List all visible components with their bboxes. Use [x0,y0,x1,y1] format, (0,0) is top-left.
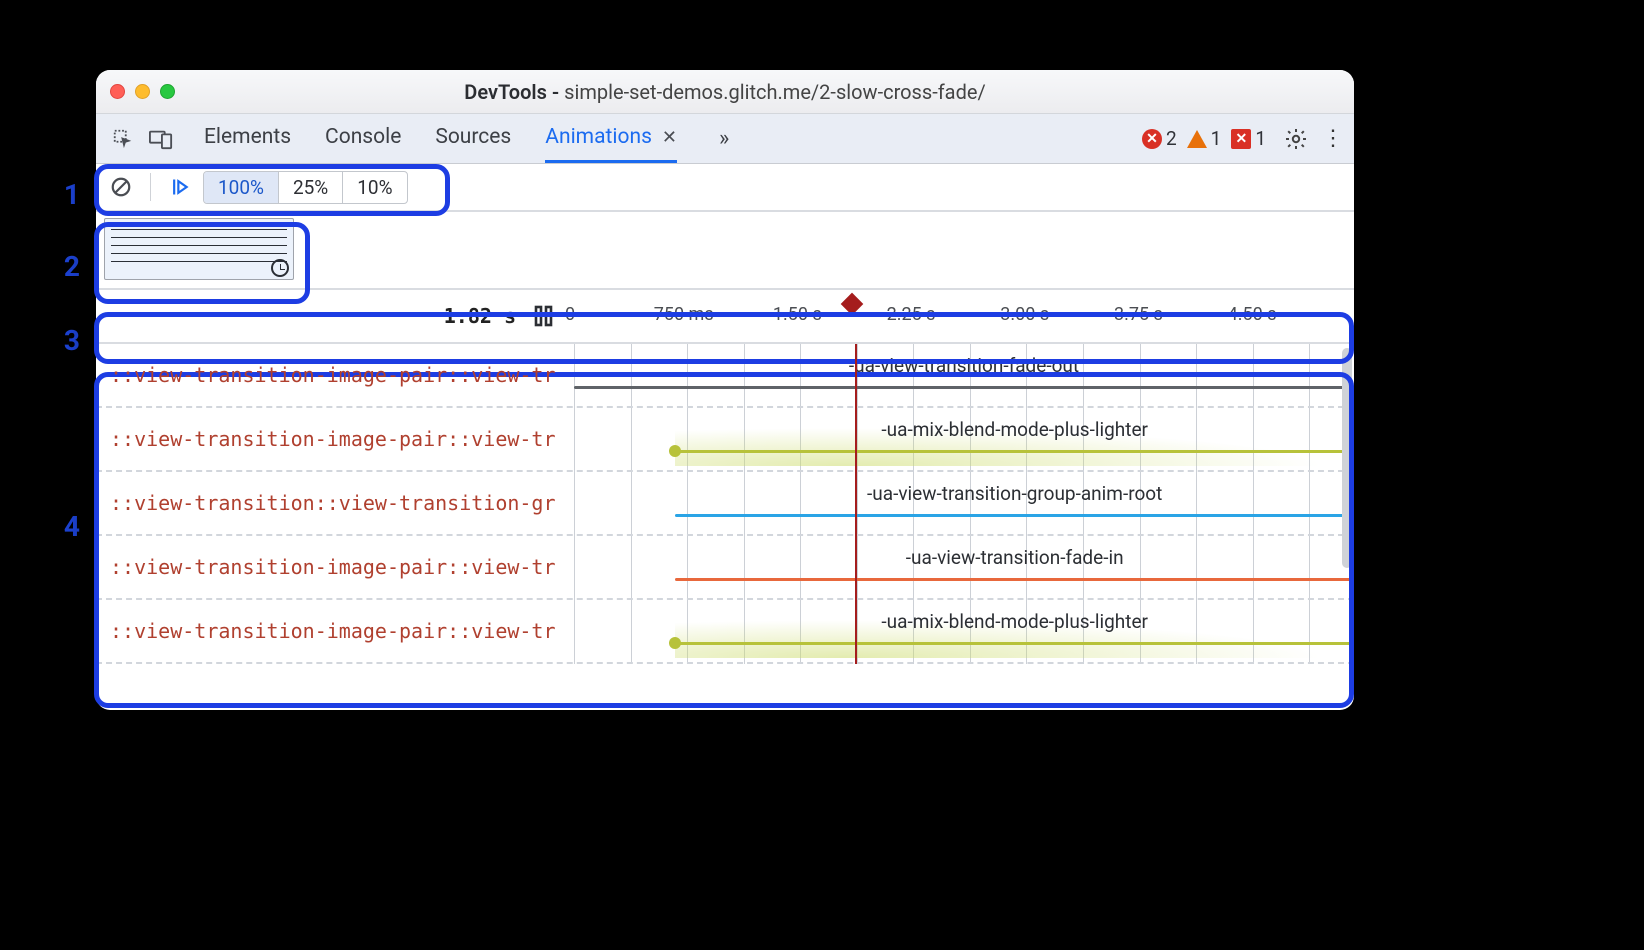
ruler-tick: 2.25 s [887,304,936,325]
ruler-tick: 4.50 s [1228,304,1277,325]
tab-sources[interactable]: Sources [435,114,511,163]
playhead-line[interactable] [855,344,857,664]
animation-bar[interactable] [675,642,1354,645]
ruler-tick: 0 [565,304,575,325]
speed-buttons: 100% 25% 10% [203,171,408,204]
kebab-icon[interactable]: ⋮ [1322,126,1344,151]
callout-3: 3 [50,324,80,357]
callout-4: 4 [50,510,80,543]
animation-name: -ua-view-transition-fade-out [849,354,1079,377]
scrubber-diamond[interactable] [841,293,864,316]
track-row[interactable]: ::view-transition-image-pair::view-tr -ua… [96,600,1354,664]
title-prefix: DevTools - [464,80,564,104]
minimize-icon[interactable] [135,84,150,99]
keyframe-dot[interactable] [669,445,681,457]
track-row[interactable]: ::view-transition::view-transition-gr -ua… [96,472,1354,536]
track-timeline[interactable]: -ua-mix-blend-mode-plus-lighter [574,600,1354,662]
track-selector[interactable]: ::view-transition::view-transition-gr [96,472,574,534]
device-toggle-icon[interactable] [144,122,178,156]
track-row[interactable]: ::view-transition-image-pair::view-tr -ua… [96,344,1354,408]
track-row[interactable]: ::view-transition-image-pair::view-tr -ua… [96,408,1354,472]
close-tab-icon[interactable]: ✕ [662,127,677,148]
ruler-tick: 1.50 s [773,304,822,325]
inspect-icon[interactable] [106,122,140,156]
close-icon[interactable] [110,84,125,99]
scrollbar-vertical[interactable] [1342,348,1352,568]
ruler-tick: 3.75 s [1114,304,1163,325]
clear-icon[interactable] [104,170,138,204]
buffer-row [96,212,1354,290]
tabstrip: Elements Console Sources Animations ✕ » … [96,114,1354,164]
titlebar: DevTools - simple-set-demos.glitch.me/2-… [96,70,1354,114]
animation-name: -ua-mix-blend-mode-plus-lighter [881,418,1148,441]
zoom-icon[interactable] [160,84,175,99]
timeline-ruler[interactable]: 1.82 s 0 750 ms 1.50 s 2.25 s 3.00 s 3.75 s 4.… [96,290,1354,344]
current-time: 1.82 s [444,304,516,328]
animation-name: -ua-view-transition-group-anim-root [867,482,1162,505]
track-selector[interactable]: ::view-transition-image-pair::view-tr [96,344,574,406]
speed-100[interactable]: 100% [204,172,278,203]
tab-console[interactable]: Console [325,114,401,163]
pause-indicator-icon[interactable] [534,305,554,327]
clock-icon [271,259,289,277]
window-title: DevTools - simple-set-demos.glitch.me/2-… [96,80,1354,104]
controls-row: 100% 25% 10% [96,164,1354,212]
warning-count[interactable]: 1 [1187,127,1222,150]
ruler-tick: 750 ms [654,304,714,325]
issue-count[interactable]: ✕1 [1231,127,1266,150]
devtools-window: DevTools - simple-set-demos.glitch.me/2-… [96,70,1354,710]
gear-icon[interactable] [1284,127,1308,151]
tab-animations[interactable]: Animations ✕ [545,114,677,163]
animation-bar[interactable] [675,578,1354,581]
track-timeline[interactable]: -ua-view-transition-fade-in [574,536,1354,598]
track-timeline[interactable]: -ua-mix-blend-mode-plus-lighter [574,408,1354,470]
callout-1: 1 [50,178,80,211]
tab-elements[interactable]: Elements [204,114,291,163]
callout-2: 2 [50,250,80,283]
speed-25[interactable]: 25% [278,172,342,203]
track-selector[interactable]: ::view-transition-image-pair::view-tr [96,600,574,662]
tracks-area: ::view-transition-image-pair::view-tr-ua… [96,344,1354,664]
animation-group-thumbnail[interactable] [104,218,294,280]
status-counters[interactable]: ✕2 1 ✕1 [1142,127,1266,150]
track-timeline[interactable]: -ua-view-transition-fade-out [574,344,1354,406]
pause-resume-icon[interactable] [163,170,197,204]
track-selector[interactable]: ::view-transition-image-pair::view-tr [96,536,574,598]
animation-name: -ua-mix-blend-mode-plus-lighter [881,610,1148,633]
track-row[interactable]: ::view-transition-image-pair::view-tr -ua… [96,536,1354,600]
track-timeline[interactable]: -ua-view-transition-group-anim-root [574,472,1354,534]
keyframe-dot[interactable] [669,637,681,649]
traffic-lights [110,84,175,99]
title-url: simple-set-demos.glitch.me/2-slow-cross-… [564,80,986,104]
animation-bar[interactable] [675,450,1354,453]
speed-10[interactable]: 10% [342,172,406,203]
animation-bar[interactable] [675,514,1354,517]
track-selector[interactable]: ::view-transition-image-pair::view-tr [96,408,574,470]
animation-name: -ua-view-transition-fade-in [906,546,1124,569]
ruler-tick: 3.00 s [1000,304,1049,325]
animation-bar[interactable] [574,386,1354,389]
error-count[interactable]: ✕2 [1142,127,1177,150]
more-tabs-icon[interactable]: » [719,126,729,151]
